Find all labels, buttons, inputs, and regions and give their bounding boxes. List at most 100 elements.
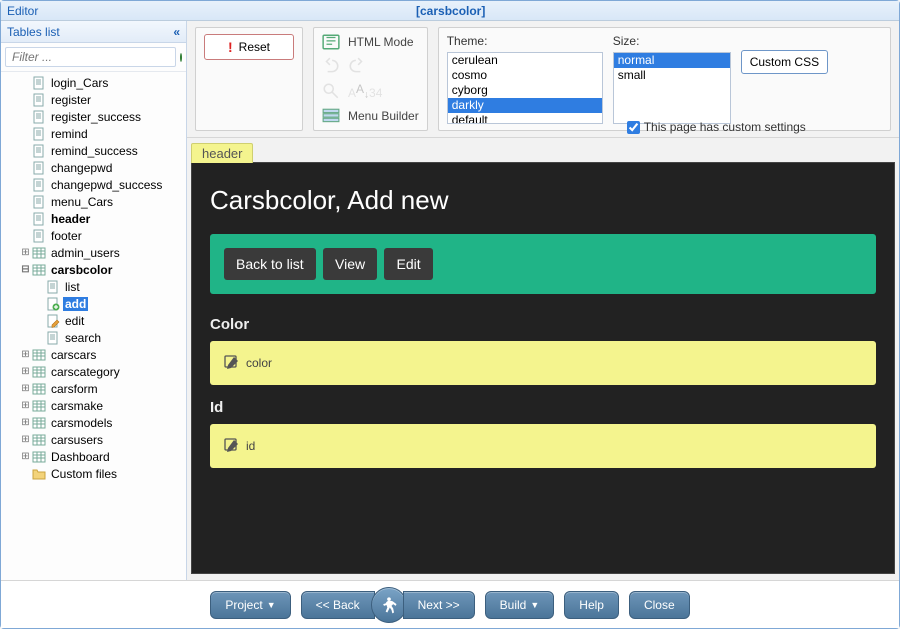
page-icon <box>32 93 46 107</box>
tree-item[interactable]: ⊞carsusers <box>5 431 184 448</box>
theme-option[interactable]: cerulean <box>448 53 602 68</box>
field-label: Id <box>210 399 876 416</box>
page-icon <box>32 178 46 192</box>
page-icon <box>32 161 46 175</box>
size-option[interactable]: normal <box>614 53 730 68</box>
tree-item[interactable]: remind_success <box>5 142 184 159</box>
tree-item[interactable]: ⊟ carsbcolor <box>5 261 184 278</box>
back-button[interactable]: << Back <box>301 591 375 619</box>
tree-item-label: register <box>49 93 93 107</box>
size-option[interactable]: small <box>614 68 730 83</box>
custom-css-button[interactable]: Custom CSS <box>741 50 828 74</box>
table-icon <box>32 263 46 277</box>
tree-item[interactable]: login_Cars <box>5 74 184 91</box>
expand-icon[interactable]: ⊞ <box>19 366 32 377</box>
expand-icon[interactable]: ⊞ <box>19 451 32 462</box>
help-button[interactable]: Help <box>564 591 619 619</box>
tree-item[interactable]: ⊞carsmodels <box>5 414 184 431</box>
tree-item-label: carsform <box>49 382 100 396</box>
tree-item[interactable]: remind <box>5 125 184 142</box>
project-button[interactable]: Project▼ <box>210 591 290 619</box>
expand-icon[interactable]: ⊞ <box>19 400 32 411</box>
expand-icon[interactable]: ⊞ <box>19 434 32 445</box>
html-mode-button[interactable]: HTML Mode <box>322 34 419 50</box>
run-button[interactable] <box>371 587 407 623</box>
tree-item[interactable]: changepwd_success <box>5 176 184 193</box>
tree-item[interactable]: search <box>5 329 184 346</box>
theme-option[interactable]: cyborg <box>448 83 602 98</box>
tree-item[interactable]: ⊞ carsform <box>5 380 184 397</box>
tree-item[interactable]: Custom files <box>5 465 184 482</box>
next-button[interactable]: Next >> <box>403 591 475 619</box>
tree-item[interactable]: ⊞ carsmake <box>5 397 184 414</box>
theme-select[interactable]: ceruleancosmocyborgdarklydefault <box>447 52 603 124</box>
folder-icon <box>32 467 46 481</box>
tree-item[interactable]: menu_Cars <box>5 193 184 210</box>
expand-icon[interactable]: ⊞ <box>19 383 32 394</box>
tree-item[interactable]: add <box>5 295 184 312</box>
expand-icon[interactable]: ⊞ <box>19 247 32 258</box>
tree-item[interactable]: ⊞ carscategory <box>5 363 184 380</box>
theme-option[interactable]: cosmo <box>448 68 602 83</box>
tree-item-label: carscategory <box>49 365 122 379</box>
undo-icon[interactable] <box>322 58 340 74</box>
menu-builder-button[interactable]: Menu Builder <box>322 108 419 124</box>
find-replace-row[interactable]: AA↓34 <box>322 82 419 100</box>
tree-item[interactable]: edit <box>5 312 184 329</box>
tree-item[interactable]: ⊞ carscars <box>5 346 184 363</box>
close-button[interactable]: Close <box>629 591 690 619</box>
collapse-sidebar-button[interactable]: « <box>173 25 180 39</box>
tree-item-label: admin_users <box>49 246 122 260</box>
page-icon <box>32 76 46 90</box>
expand-icon[interactable]: ⊞ <box>19 417 32 428</box>
edit-button[interactable]: Edit <box>384 248 432 280</box>
size-select[interactable]: normalsmall <box>613 52 731 124</box>
tree-item[interactable]: footer <box>5 227 184 244</box>
view-button[interactable]: View <box>323 248 377 280</box>
filter-input[interactable] <box>5 47 176 67</box>
sidebar-header: Tables list « <box>1 21 186 43</box>
page-icon <box>32 195 46 209</box>
tables-tree[interactable]: login_Cars register register_success rem… <box>1 72 186 580</box>
tree-item[interactable]: ⊞ admin_users <box>5 244 184 261</box>
tree-item-label: carsbcolor <box>49 263 114 277</box>
page-icon <box>32 144 46 158</box>
page-edit-icon <box>46 314 60 328</box>
collapse-icon[interactable]: ⊟ <box>19 264 32 275</box>
tree-item-label: Dashboard <box>49 450 112 464</box>
theme-option[interactable]: default <box>448 113 602 124</box>
custom-settings-label: This page has custom settings <box>644 120 806 134</box>
tree-item[interactable]: changepwd <box>5 159 184 176</box>
page-icon <box>32 229 46 243</box>
tree-item-label: Custom files <box>49 467 119 481</box>
theme-option[interactable]: darkly <box>448 98 602 113</box>
custom-settings-checkbox[interactable] <box>627 121 640 134</box>
warning-icon: ! <box>228 39 233 55</box>
field-label: Color <box>210 316 876 333</box>
size-label: Size: <box>613 34 731 48</box>
back-to-list-button[interactable]: Back to list <box>224 248 316 280</box>
redo-icon[interactable] <box>348 58 366 74</box>
tree-item-label: carsmake <box>49 399 105 413</box>
page-icon <box>46 280 60 294</box>
tree-item[interactable]: register <box>5 91 184 108</box>
tree-item-label: header <box>49 212 92 226</box>
tree-item[interactable]: header <box>5 210 184 227</box>
preview-tab-header[interactable]: header <box>191 143 253 163</box>
tree-item[interactable]: register_success <box>5 108 184 125</box>
sidebar-title: Tables list <box>7 25 60 39</box>
expand-icon[interactable]: ⊞ <box>19 349 32 360</box>
action-bar: Back to list View Edit <box>210 234 876 294</box>
field-input-box[interactable]: id <box>210 424 876 468</box>
reset-button[interactable]: ! Reset <box>204 34 294 60</box>
preview-pane[interactable]: Carsbcolor, Add new Back to list View Ed… <box>191 162 895 574</box>
field-input-box[interactable]: color <box>210 341 876 385</box>
tree-item-label: carscars <box>49 348 98 362</box>
tree-item-label: menu_Cars <box>49 195 115 209</box>
build-button[interactable]: Build▼ <box>485 591 555 619</box>
tree-item-label: remind_success <box>49 144 140 158</box>
titlebar: Editor [carsbcolor] <box>1 1 899 21</box>
tree-item[interactable]: list <box>5 278 184 295</box>
editor-label: Editor <box>7 4 38 18</box>
tree-item[interactable]: ⊞ Dashboard <box>5 448 184 465</box>
